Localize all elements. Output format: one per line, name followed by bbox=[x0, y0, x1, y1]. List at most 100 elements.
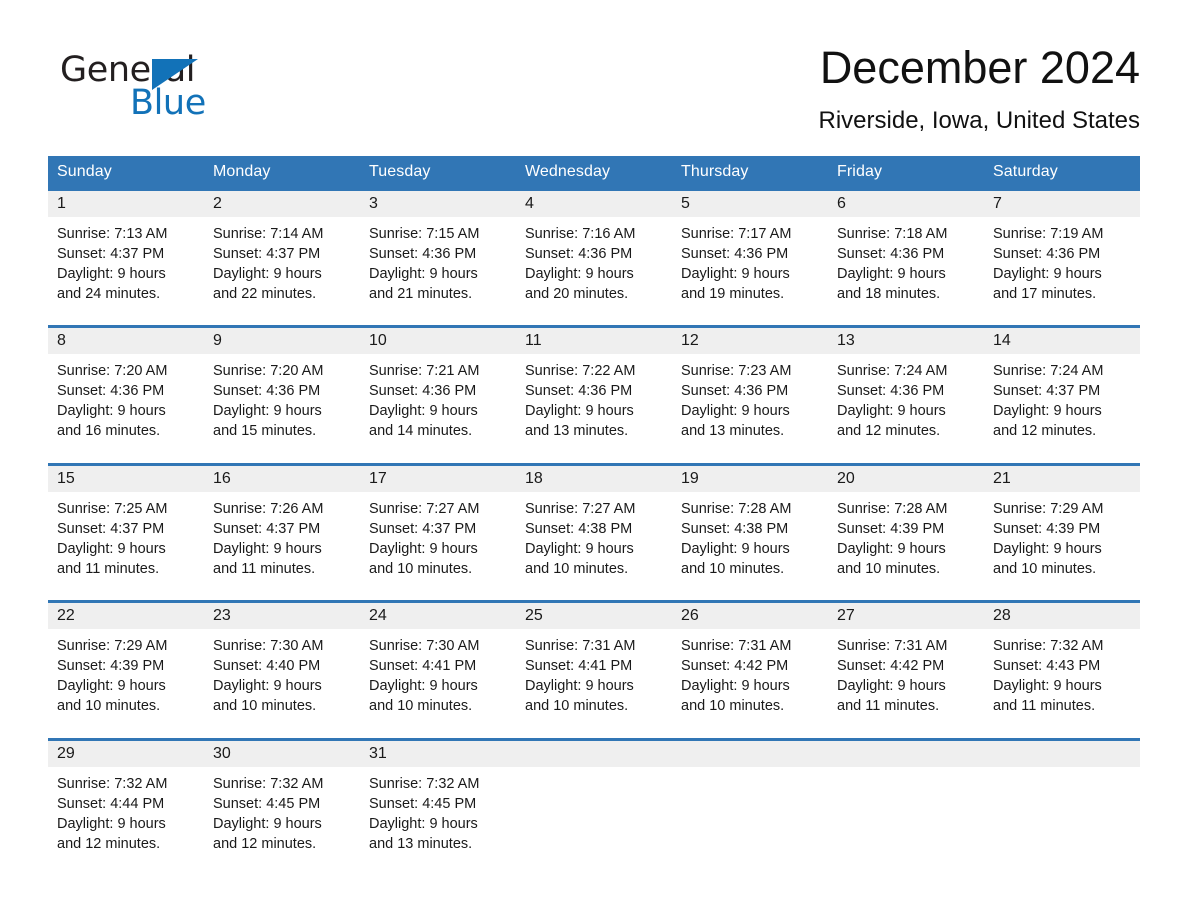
day-number[interactable]: 9 bbox=[204, 325, 360, 355]
day-number[interactable]: 20 bbox=[828, 462, 984, 492]
day-number[interactable]: 7 bbox=[984, 188, 1140, 217]
weekday-header-thursday: Thursday bbox=[672, 155, 828, 190]
weekday-header-tuesday: Tuesday bbox=[360, 155, 516, 190]
day-details: Sunrise: 7:27 AM Sunset: 4:38 PM Dayligh… bbox=[525, 500, 636, 577]
day-number-empty bbox=[828, 737, 984, 767]
day-cell[interactable]: Sunrise: 7:30 AM Sunset: 4:41 PM Dayligh… bbox=[360, 629, 516, 740]
week-info-row: Sunrise: 7:29 AM Sunset: 4:39 PM Dayligh… bbox=[48, 629, 1140, 740]
day-cell[interactable]: Sunrise: 7:32 AM Sunset: 4:44 PM Dayligh… bbox=[48, 766, 204, 877]
day-number[interactable]: 17 bbox=[360, 462, 516, 492]
day-details: Sunrise: 7:31 AM Sunset: 4:42 PM Dayligh… bbox=[837, 638, 948, 715]
day-number[interactable]: 5 bbox=[672, 188, 828, 217]
day-number[interactable]: 27 bbox=[828, 600, 984, 630]
day-cell[interactable]: Sunrise: 7:26 AM Sunset: 4:37 PM Dayligh… bbox=[204, 491, 360, 602]
week-info-row: Sunrise: 7:32 AM Sunset: 4:44 PM Dayligh… bbox=[48, 766, 1140, 877]
day-cell[interactable]: Sunrise: 7:29 AM Sunset: 4:39 PM Dayligh… bbox=[984, 491, 1140, 602]
day-number[interactable]: 1 bbox=[48, 188, 204, 217]
day-cell[interactable]: Sunrise: 7:17 AM Sunset: 4:36 PM Dayligh… bbox=[672, 216, 828, 327]
day-cell[interactable]: Sunrise: 7:24 AM Sunset: 4:37 PM Dayligh… bbox=[984, 354, 1140, 465]
day-cell[interactable]: Sunrise: 7:23 AM Sunset: 4:36 PM Dayligh… bbox=[672, 354, 828, 465]
day-number[interactable]: 25 bbox=[516, 600, 672, 630]
day-cell[interactable]: Sunrise: 7:20 AM Sunset: 4:36 PM Dayligh… bbox=[48, 354, 204, 465]
day-details: Sunrise: 7:21 AM Sunset: 4:36 PM Dayligh… bbox=[369, 363, 480, 440]
day-details: Sunrise: 7:31 AM Sunset: 4:42 PM Dayligh… bbox=[681, 638, 792, 715]
day-number[interactable]: 14 bbox=[984, 325, 1140, 355]
day-number[interactable]: 13 bbox=[828, 325, 984, 355]
day-cell[interactable]: Sunrise: 7:27 AM Sunset: 4:37 PM Dayligh… bbox=[360, 491, 516, 602]
empty-day-cell bbox=[516, 766, 672, 877]
day-cell[interactable]: Sunrise: 7:14 AM Sunset: 4:37 PM Dayligh… bbox=[204, 216, 360, 327]
day-cell[interactable]: Sunrise: 7:31 AM Sunset: 4:42 PM Dayligh… bbox=[828, 629, 984, 740]
day-number[interactable]: 30 bbox=[204, 737, 360, 767]
logo-text-blue: Blue bbox=[130, 83, 206, 123]
day-number[interactable]: 8 bbox=[48, 325, 204, 355]
day-number[interactable]: 16 bbox=[204, 462, 360, 492]
day-details: Sunrise: 7:27 AM Sunset: 4:37 PM Dayligh… bbox=[369, 500, 480, 577]
day-cell[interactable]: Sunrise: 7:31 AM Sunset: 4:42 PM Dayligh… bbox=[672, 629, 828, 740]
day-number[interactable]: 26 bbox=[672, 600, 828, 630]
weekday-header-wednesday: Wednesday bbox=[516, 155, 672, 190]
day-cell[interactable]: Sunrise: 7:22 AM Sunset: 4:36 PM Dayligh… bbox=[516, 354, 672, 465]
day-cell[interactable]: Sunrise: 7:13 AM Sunset: 4:37 PM Dayligh… bbox=[48, 216, 204, 327]
week-date-row: 22 23 24 25 26 27 28 bbox=[48, 600, 1140, 630]
day-details: Sunrise: 7:29 AM Sunset: 4:39 PM Dayligh… bbox=[993, 500, 1104, 577]
day-cell[interactable]: Sunrise: 7:20 AM Sunset: 4:36 PM Dayligh… bbox=[204, 354, 360, 465]
day-number[interactable]: 18 bbox=[516, 462, 672, 492]
day-cell[interactable]: Sunrise: 7:32 AM Sunset: 4:45 PM Dayligh… bbox=[204, 766, 360, 877]
day-number[interactable]: 12 bbox=[672, 325, 828, 355]
day-cell[interactable]: Sunrise: 7:27 AM Sunset: 4:38 PM Dayligh… bbox=[516, 491, 672, 602]
day-number[interactable]: 11 bbox=[516, 325, 672, 355]
calendar-body: 1 2 3 4 5 6 7 Sunrise: 7:13 AM Sunset: 4… bbox=[48, 188, 1140, 877]
day-cell[interactable]: Sunrise: 7:32 AM Sunset: 4:43 PM Dayligh… bbox=[984, 629, 1140, 740]
day-number[interactable]: 24 bbox=[360, 600, 516, 630]
title-block: December 2024 Riverside, Iowa, United St… bbox=[308, 43, 1140, 135]
day-cell[interactable]: Sunrise: 7:15 AM Sunset: 4:36 PM Dayligh… bbox=[360, 216, 516, 327]
day-cell[interactable]: Sunrise: 7:28 AM Sunset: 4:39 PM Dayligh… bbox=[828, 491, 984, 602]
day-cell[interactable]: Sunrise: 7:32 AM Sunset: 4:45 PM Dayligh… bbox=[360, 766, 516, 877]
day-details: Sunrise: 7:22 AM Sunset: 4:36 PM Dayligh… bbox=[525, 363, 636, 440]
day-number[interactable]: 6 bbox=[828, 188, 984, 217]
day-details: Sunrise: 7:32 AM Sunset: 4:43 PM Dayligh… bbox=[993, 638, 1104, 715]
day-number[interactable]: 23 bbox=[204, 600, 360, 630]
week-date-row: 29 30 31 bbox=[48, 737, 1140, 767]
page-header: General Blue December 2024 Riverside, Io… bbox=[48, 0, 1140, 135]
calendar-header-row: Sunday Monday Tuesday Wednesday Thursday… bbox=[48, 155, 1140, 190]
day-details: Sunrise: 7:30 AM Sunset: 4:40 PM Dayligh… bbox=[213, 638, 324, 715]
day-number[interactable]: 4 bbox=[516, 188, 672, 217]
day-number[interactable]: 28 bbox=[984, 600, 1140, 630]
day-details: Sunrise: 7:23 AM Sunset: 4:36 PM Dayligh… bbox=[681, 363, 792, 440]
day-details: Sunrise: 7:20 AM Sunset: 4:36 PM Dayligh… bbox=[213, 363, 324, 440]
day-cell[interactable]: Sunrise: 7:29 AM Sunset: 4:39 PM Dayligh… bbox=[48, 629, 204, 740]
day-details: Sunrise: 7:28 AM Sunset: 4:39 PM Dayligh… bbox=[837, 500, 948, 577]
day-cell[interactable]: Sunrise: 7:31 AM Sunset: 4:41 PM Dayligh… bbox=[516, 629, 672, 740]
day-details: Sunrise: 7:32 AM Sunset: 4:45 PM Dayligh… bbox=[369, 775, 480, 852]
day-details: Sunrise: 7:14 AM Sunset: 4:37 PM Dayligh… bbox=[213, 225, 324, 302]
empty-day-cell bbox=[984, 766, 1140, 877]
weekday-header-friday: Friday bbox=[828, 155, 984, 190]
day-cell[interactable]: Sunrise: 7:18 AM Sunset: 4:36 PM Dayligh… bbox=[828, 216, 984, 327]
day-number[interactable]: 2 bbox=[204, 188, 360, 217]
weekday-header-saturday: Saturday bbox=[984, 155, 1140, 190]
day-number-empty bbox=[672, 737, 828, 767]
day-number[interactable]: 29 bbox=[48, 737, 204, 767]
day-number[interactable]: 10 bbox=[360, 325, 516, 355]
day-cell[interactable]: Sunrise: 7:28 AM Sunset: 4:38 PM Dayligh… bbox=[672, 491, 828, 602]
day-details: Sunrise: 7:16 AM Sunset: 4:36 PM Dayligh… bbox=[525, 225, 636, 302]
location-subtitle: Riverside, Iowa, United States bbox=[818, 106, 1140, 134]
day-details: Sunrise: 7:17 AM Sunset: 4:36 PM Dayligh… bbox=[681, 225, 792, 302]
day-number[interactable]: 19 bbox=[672, 462, 828, 492]
day-number[interactable]: 15 bbox=[48, 462, 204, 492]
weekday-header-monday: Monday bbox=[204, 155, 360, 190]
day-cell[interactable]: Sunrise: 7:30 AM Sunset: 4:40 PM Dayligh… bbox=[204, 629, 360, 740]
day-cell[interactable]: Sunrise: 7:19 AM Sunset: 4:36 PM Dayligh… bbox=[984, 216, 1140, 327]
day-number[interactable]: 22 bbox=[48, 600, 204, 630]
day-cell[interactable]: Sunrise: 7:24 AM Sunset: 4:36 PM Dayligh… bbox=[828, 354, 984, 465]
day-number[interactable]: 31 bbox=[360, 737, 516, 767]
day-number[interactable]: 3 bbox=[360, 188, 516, 217]
empty-day-cell bbox=[828, 766, 984, 877]
day-number[interactable]: 21 bbox=[984, 462, 1140, 492]
day-cell[interactable]: Sunrise: 7:16 AM Sunset: 4:36 PM Dayligh… bbox=[516, 216, 672, 327]
day-details: Sunrise: 7:18 AM Sunset: 4:36 PM Dayligh… bbox=[837, 225, 948, 302]
day-cell[interactable]: Sunrise: 7:25 AM Sunset: 4:37 PM Dayligh… bbox=[48, 491, 204, 602]
day-cell[interactable]: Sunrise: 7:21 AM Sunset: 4:36 PM Dayligh… bbox=[360, 354, 516, 465]
